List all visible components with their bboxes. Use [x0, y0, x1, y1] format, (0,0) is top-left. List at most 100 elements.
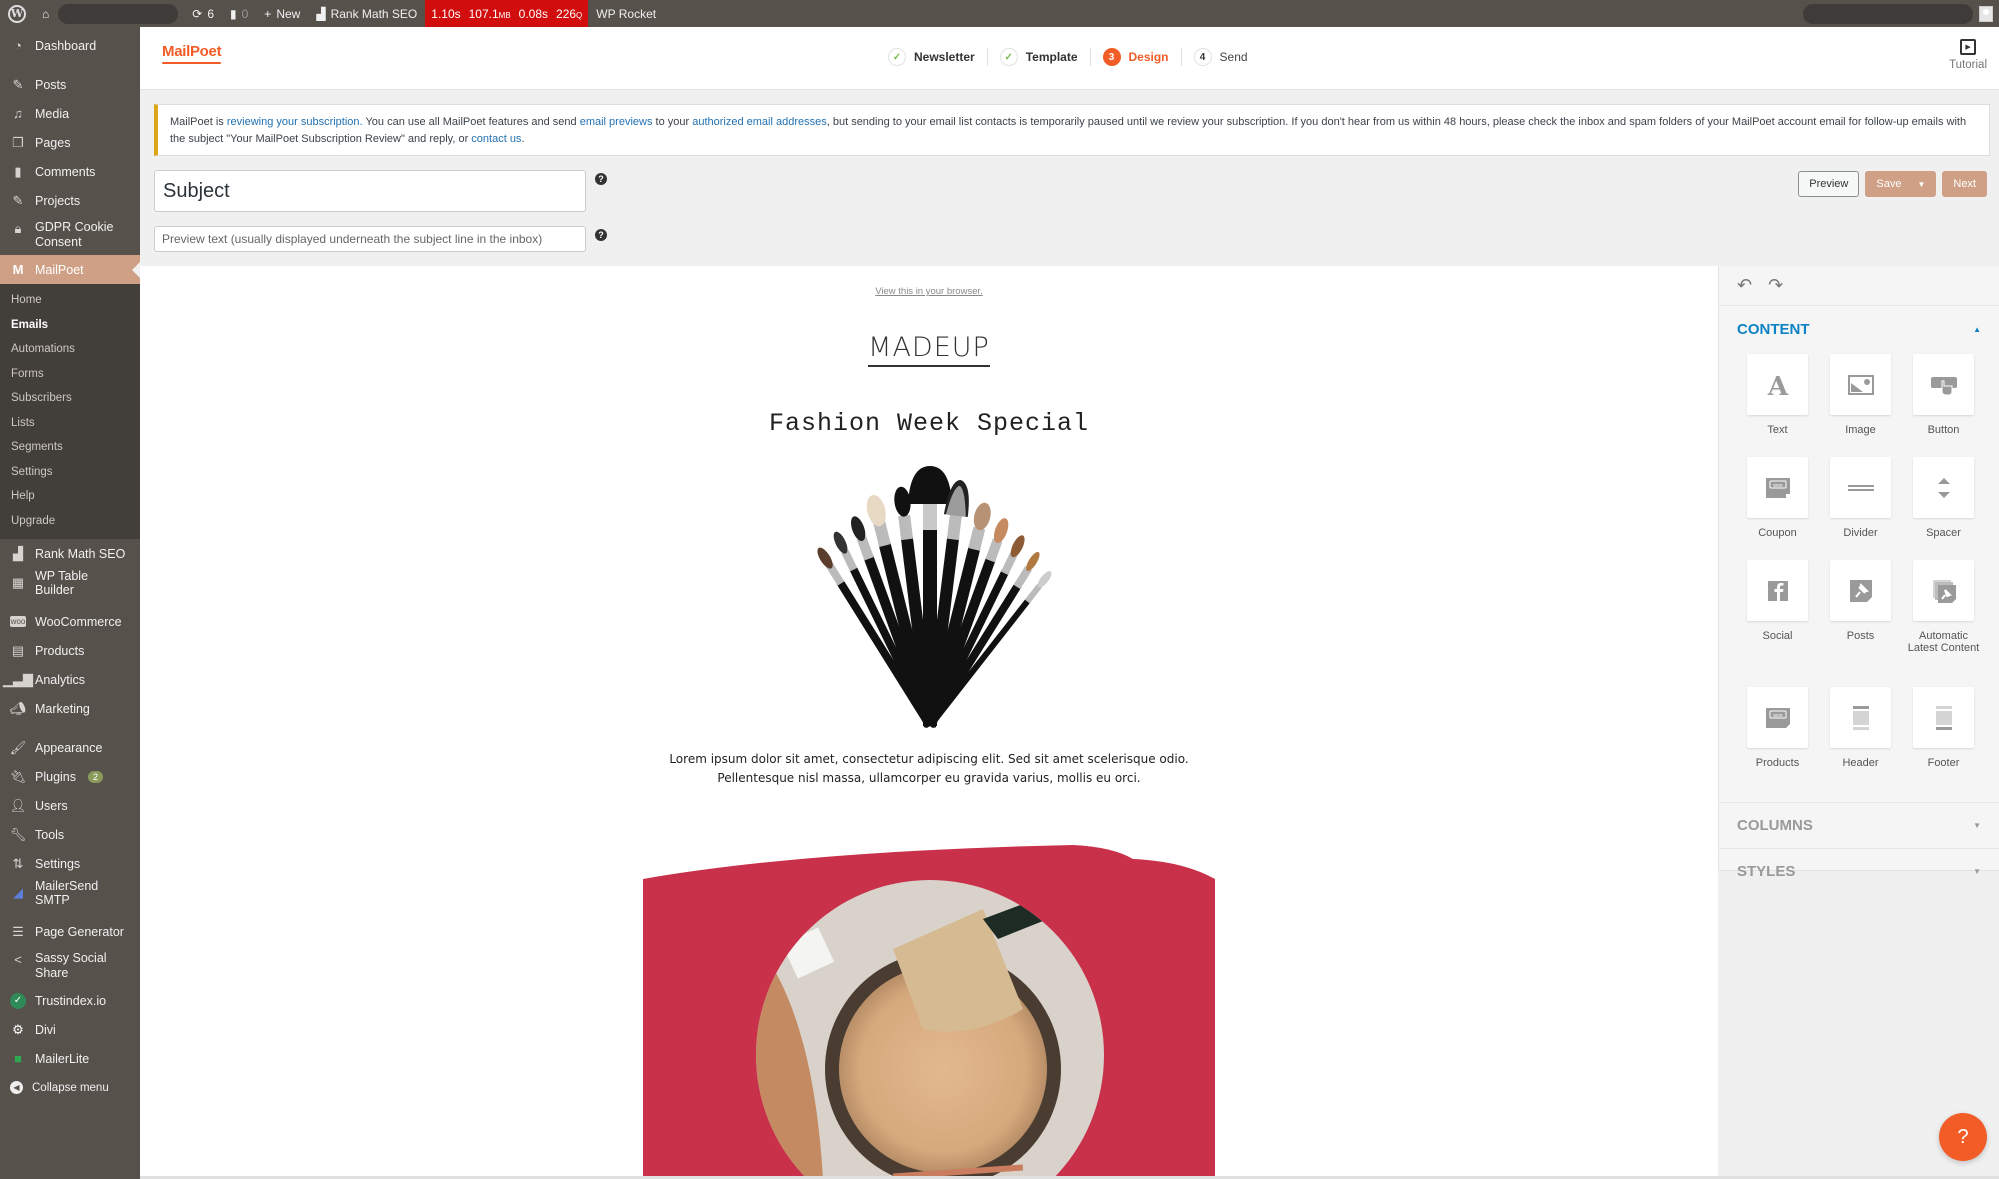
sidebar-item-mailersend[interactable]: ◢ MailerSend SMTP: [0, 878, 140, 907]
user-avatar[interactable]: [1979, 5, 1993, 22]
submenu-help[interactable]: Help: [0, 484, 140, 509]
sidebar-item-media[interactable]: ♫ Media: [0, 99, 140, 128]
sidebar-item-appearance[interactable]: 🖌︎ Appearance: [0, 733, 140, 762]
facebook-icon: [1767, 580, 1788, 601]
updates-link[interactable]: ⟳ 6: [184, 0, 222, 27]
block-automatic-latest-content[interactable]: Automatic Latest Content: [1908, 560, 1979, 687]
authorized-emails-link[interactable]: authorized email addresses: [692, 116, 827, 128]
email-body-text[interactable]: Lorem ipsum dolor sit amet, consectetur …: [140, 750, 1718, 788]
content-section-toggle[interactable]: CONTENT ▲: [1719, 306, 1999, 352]
step-template[interactable]: ✓ Template: [986, 48, 1090, 66]
sidebar-item-rankmath[interactable]: ▟ Rank Math SEO: [0, 539, 140, 568]
sidebar-item-users[interactable]: 👤︎ Users: [0, 791, 140, 820]
columns-section-toggle[interactable]: COLUMNS ▼: [1719, 802, 1999, 848]
reviewing-subscription-link[interactable]: reviewing your subscription.: [227, 116, 363, 128]
view-in-browser-link[interactable]: View this in your browser.: [140, 286, 1718, 297]
sidebar-item-posts[interactable]: ✎ Posts: [0, 70, 140, 99]
chevron-up-icon: ▲: [1973, 324, 1981, 334]
dashboard-icon: ◔: [14, 38, 22, 53]
sidebar-item-analytics[interactable]: ▁▃▇ Analytics: [0, 665, 140, 694]
submenu-settings[interactable]: Settings: [0, 460, 140, 485]
sidebar-item-dashboard[interactable]: ◔ Dashboard: [0, 31, 140, 60]
email-previews-link[interactable]: email previews: [580, 116, 653, 128]
settings-icon: ⇅: [12, 855, 24, 871]
submenu-lists[interactable]: Lists: [0, 411, 140, 436]
block-footer[interactable]: Footer: [1913, 687, 1974, 790]
comments-link[interactable]: ▮ 0: [222, 0, 256, 27]
next-button[interactable]: Next: [1942, 171, 1987, 197]
wp-rocket-link[interactable]: WP Rocket: [588, 0, 664, 27]
sidebar-item-gdpr[interactable]: 🔒︎ GDPR Cookie Consent: [0, 215, 140, 255]
styles-section-toggle[interactable]: STYLES ▼: [1719, 848, 1999, 894]
block-button[interactable]: Button: [1913, 354, 1974, 457]
email-headline[interactable]: Fashion Week Special: [140, 409, 1718, 438]
undo-icon[interactable]: ↶: [1737, 275, 1752, 296]
submenu-home[interactable]: Home: [0, 288, 140, 313]
sidebar-item-trustindex[interactable]: ✓ Trustindex.io: [0, 986, 140, 1015]
sidebar-item-tools[interactable]: 🔧︎ Tools: [0, 820, 140, 849]
megaphone-icon: 📣︎: [9, 700, 27, 716]
chevron-down-icon[interactable]: ▼: [1917, 180, 1925, 189]
save-button[interactable]: Save ▼: [1865, 171, 1937, 197]
block-posts[interactable]: Posts: [1830, 560, 1891, 687]
submenu-segments[interactable]: Segments: [0, 435, 140, 460]
collapse-menu-button[interactable]: ◀ Collapse menu: [0, 1073, 140, 1102]
sidebar-item-sassy-social-share[interactable]: < Sassy Social Share: [0, 946, 140, 986]
sidebar-item-divi[interactable]: ⚙ Divi: [0, 1015, 140, 1044]
subject-input[interactable]: [154, 170, 586, 212]
step-design[interactable]: 3 Design: [1089, 48, 1181, 66]
new-content-link[interactable]: + New: [256, 0, 308, 27]
check-icon: ✓: [999, 48, 1018, 66]
sidebar-item-pages[interactable]: ❐ Pages: [0, 128, 140, 157]
editor-actions: Preview Save ▼ Next: [1798, 171, 1987, 197]
sidebar-item-plugins[interactable]: 🔌︎ Plugins 2: [0, 762, 140, 791]
subject-help-icon[interactable]: ?: [595, 173, 607, 185]
chevron-down-icon: ▼: [1973, 867, 1981, 876]
powder-image-on-red-background[interactable]: [643, 839, 1215, 1179]
svg-text:woo: woo: [1773, 713, 1782, 719]
site-name-redacted: [58, 3, 179, 24]
block-image[interactable]: Image: [1830, 354, 1891, 457]
page-generator-icon: ☰: [12, 923, 24, 939]
sidebar-item-page-generator[interactable]: ☰ Page Generator: [0, 917, 140, 946]
sidebar-item-wp-table-builder[interactable]: ▦ WP Table Builder: [0, 568, 140, 597]
query-monitor-stats[interactable]: 1.10s 107.1MB 0.08s 226Q: [425, 0, 589, 27]
submenu-emails[interactable]: Emails: [0, 313, 140, 338]
submenu-automations[interactable]: Automations: [0, 337, 140, 362]
tutorial-button[interactable]: ▶ Tutorial: [1949, 39, 1987, 71]
block-social[interactable]: Social: [1747, 560, 1808, 687]
sidebar-item-comments[interactable]: ▮ Comments: [0, 157, 140, 186]
sidebar-item-mailpoet[interactable]: M MailPoet: [0, 255, 140, 284]
submenu-upgrade[interactable]: Upgrade: [0, 509, 140, 534]
sidebar-item-marketing[interactable]: 📣︎ Marketing: [0, 694, 140, 723]
step-newsletter[interactable]: ✓ Newsletter: [876, 48, 987, 66]
block-header[interactable]: Header: [1830, 687, 1891, 790]
submenu-forms[interactable]: Forms: [0, 362, 140, 387]
help-button[interactable]: ?: [1939, 1113, 1987, 1161]
rankmath-link[interactable]: ▟ Rank Math SEO: [308, 0, 425, 27]
block-coupon[interactable]: woo Coupon: [1747, 457, 1808, 560]
block-spacer[interactable]: Spacer: [1913, 457, 1974, 560]
makeup-brushes-image[interactable]: [760, 466, 1100, 736]
redo-icon[interactable]: ↷: [1768, 275, 1783, 296]
block-products[interactable]: woo Products: [1747, 687, 1808, 790]
site-name-menu[interactable]: ⌂: [34, 0, 179, 27]
wp-logo-menu[interactable]: W: [0, 0, 34, 27]
mailpoet-logo[interactable]: MailPoet: [162, 43, 222, 64]
preview-button[interactable]: Preview: [1798, 171, 1860, 197]
block-text[interactable]: A Text: [1747, 354, 1808, 457]
sidebar-item-woocommerce[interactable]: woo WooCommerce: [0, 607, 140, 636]
preview-text-input[interactable]: [154, 226, 586, 252]
contact-us-link[interactable]: contact us: [471, 133, 521, 145]
comment-icon: ▮: [230, 6, 237, 21]
sidebar-item-settings[interactable]: ⇅ Settings: [0, 849, 140, 878]
step-send[interactable]: 4 Send: [1180, 48, 1260, 66]
sidebar-item-projects[interactable]: ✎ Projects: [0, 186, 140, 215]
preview-text-help-icon[interactable]: ?: [595, 229, 607, 241]
submenu-subscribers[interactable]: Subscribers: [0, 386, 140, 411]
brand-logo[interactable]: MADEUP: [140, 332, 1718, 367]
share-icon: <: [14, 951, 22, 967]
sidebar-item-products[interactable]: ▤ Products: [0, 636, 140, 665]
block-divider[interactable]: Divider: [1830, 457, 1891, 560]
sidebar-item-mailerlite[interactable]: ■ MailerLite: [0, 1044, 140, 1073]
